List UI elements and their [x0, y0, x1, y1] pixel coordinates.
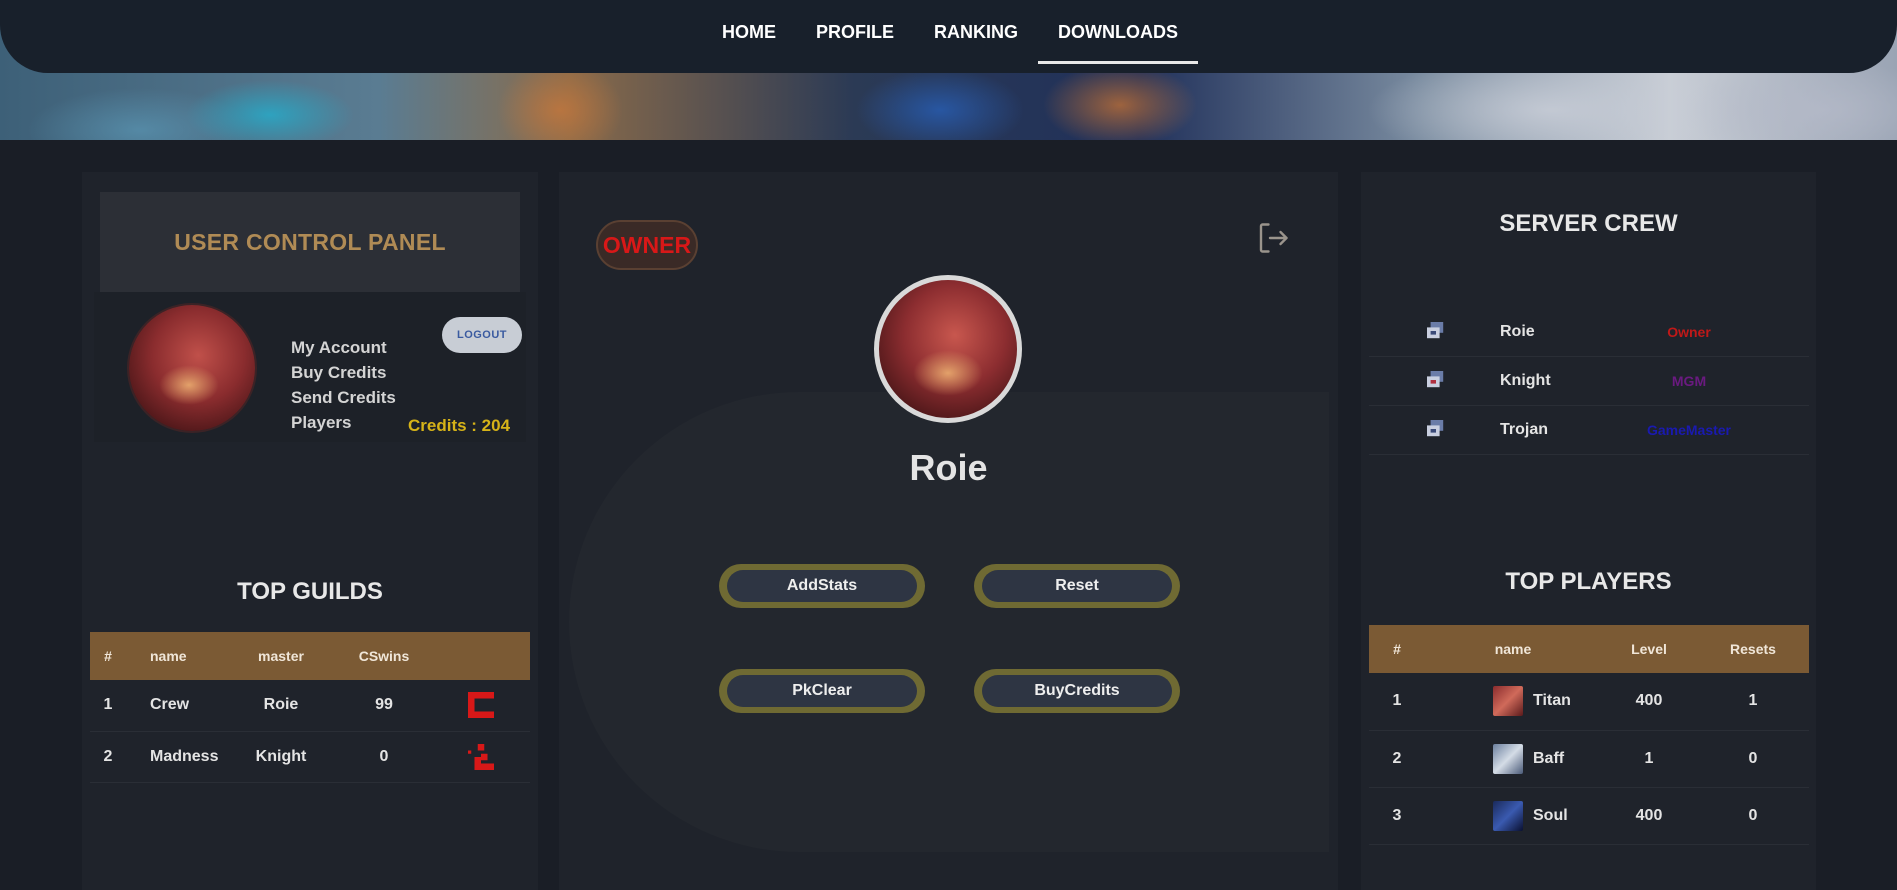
logout-button[interactable]: LOGOUT [442, 317, 522, 353]
guild-logo-icon [468, 743, 494, 770]
col-rank: # [90, 632, 126, 680]
table-header-row: # name master CSwins [90, 632, 530, 680]
right-panel: SERVER CREW Roie Owner Knight MGM Trojan… [1361, 172, 1816, 890]
player-name: Titan [1533, 692, 1571, 710]
top-players-table: # name Level Resets 1 Titan 400 1 2 Baff… [1369, 625, 1809, 845]
player-level: 400 [1601, 673, 1697, 731]
guild-cswins: 99 [336, 680, 432, 732]
col-resets: Resets [1697, 625, 1809, 673]
col-logo [432, 632, 530, 680]
link-my-account[interactable]: My Account [291, 335, 396, 360]
list-item[interactable]: Knight MGM [1369, 357, 1809, 406]
table-row[interactable]: 3 Soul 400 0 [1369, 787, 1809, 845]
player-name: Roie [909, 447, 988, 488]
profile-panel: OWNER Roie AddStats Reset PkClear BuyCre… [559, 172, 1338, 890]
guild-cswins: 0 [336, 731, 432, 783]
player-thumbnail [1493, 743, 1523, 774]
logout-icon[interactable] [1255, 220, 1291, 256]
rank-badge: OWNER [596, 220, 698, 270]
guild-logo-icon [468, 692, 494, 719]
player-cell: Titan [1425, 673, 1601, 731]
guild-rank: 2 [90, 731, 126, 783]
link-send-credits[interactable]: Send Credits [291, 385, 396, 410]
avatar [129, 305, 255, 431]
reset-button[interactable]: Reset [974, 564, 1180, 608]
player-name: Soul [1533, 806, 1568, 824]
nav-downloads[interactable]: DOWNLOADS [1038, 0, 1199, 64]
player-rank: 3 [1369, 787, 1425, 845]
server-crew-title: SERVER CREW [1499, 210, 1678, 237]
col-level: Level [1601, 625, 1697, 673]
online-status-icon [1427, 322, 1444, 339]
player-rank: 2 [1369, 730, 1425, 788]
addstats-label: AddStats [727, 570, 917, 602]
guild-name: Crew [126, 680, 226, 732]
main-nav: HOME PROFILE RANKING DOWNLOADS [702, 0, 1199, 64]
player-level: 400 [1601, 787, 1697, 845]
list-item[interactable]: Trojan GameMaster [1369, 406, 1809, 455]
player-rank: 1 [1369, 673, 1425, 731]
top-nav-bar: HOME PROFILE RANKING DOWNLOADS [0, 0, 1897, 73]
table-row[interactable]: 2 Baff 1 0 [1369, 730, 1809, 788]
pkclear-button[interactable]: PkClear [719, 669, 925, 713]
player-level: 1 [1601, 730, 1697, 788]
table-row[interactable]: 1 Crew Roie 99 [90, 680, 530, 732]
table-header-row: # name Level Resets [1369, 625, 1809, 673]
crew-role: MGM [1671, 373, 1707, 389]
guild-name: Madness [126, 731, 226, 783]
top-guilds-title: TOP GUILDS [237, 578, 383, 605]
buycredits-button[interactable]: BuyCredits [974, 669, 1180, 713]
col-master: master [226, 632, 336, 680]
ucp-links: My Account Buy Credits Send Credits Play… [291, 335, 396, 435]
col-name: name [1425, 625, 1601, 673]
guild-rank: 1 [90, 680, 126, 732]
link-buy-credits[interactable]: Buy Credits [291, 360, 396, 385]
crew-role: GameMaster [1646, 422, 1732, 438]
player-thumbnail [1493, 800, 1523, 831]
crew-name: Knight [1500, 372, 1551, 389]
online-status-icon [1427, 371, 1444, 388]
profile-avatar [874, 275, 1022, 423]
player-thumbnail [1493, 686, 1523, 717]
player-name: Baff [1533, 749, 1565, 767]
top-players-title: TOP PLAYERS [1505, 568, 1672, 595]
guild-master: Knight [226, 731, 336, 783]
guild-logo-cell [432, 680, 530, 732]
pkclear-label: PkClear [727, 675, 917, 707]
ucp-header: USER CONTROL PANEL [100, 192, 520, 292]
left-panel: USER CONTROL PANEL My Account Buy Credit… [82, 172, 538, 890]
col-cswins: CSwins [336, 632, 432, 680]
guild-master: Roie [226, 680, 336, 732]
col-rank: # [1369, 625, 1425, 673]
crew-name: Trojan [1500, 421, 1549, 438]
link-players[interactable]: Players [291, 410, 396, 435]
list-item[interactable]: Roie Owner [1369, 308, 1809, 357]
buycredits-label: BuyCredits [982, 675, 1172, 707]
addstats-button[interactable]: AddStats [719, 564, 925, 608]
crew-role: Owner [1667, 324, 1711, 340]
guild-logo-cell [432, 731, 530, 783]
nav-profile[interactable]: PROFILE [796, 0, 914, 64]
player-resets: 0 [1697, 787, 1809, 845]
player-cell: Soul [1425, 787, 1601, 845]
top-guilds-table: # name master CSwins 1 Crew Roie 99 2 Ma… [90, 632, 530, 783]
crew-name: Roie [1500, 323, 1535, 340]
table-row[interactable]: 2 Madness Knight 0 [90, 731, 530, 783]
player-cell: Baff [1425, 730, 1601, 788]
reset-label: Reset [982, 570, 1172, 602]
col-name: name [126, 632, 226, 680]
nav-ranking[interactable]: RANKING [914, 0, 1038, 64]
player-resets: 1 [1697, 673, 1809, 731]
nav-home[interactable]: HOME [702, 0, 796, 64]
server-crew-list: Roie Owner Knight MGM Trojan GameMaster [1369, 308, 1809, 455]
credits-balance: Credits : 204 [408, 416, 511, 435]
player-resets: 0 [1697, 730, 1809, 788]
table-row[interactable]: 1 Titan 400 1 [1369, 673, 1809, 731]
ucp-title: USER CONTROL PANEL [174, 228, 446, 255]
online-status-icon [1427, 420, 1444, 437]
